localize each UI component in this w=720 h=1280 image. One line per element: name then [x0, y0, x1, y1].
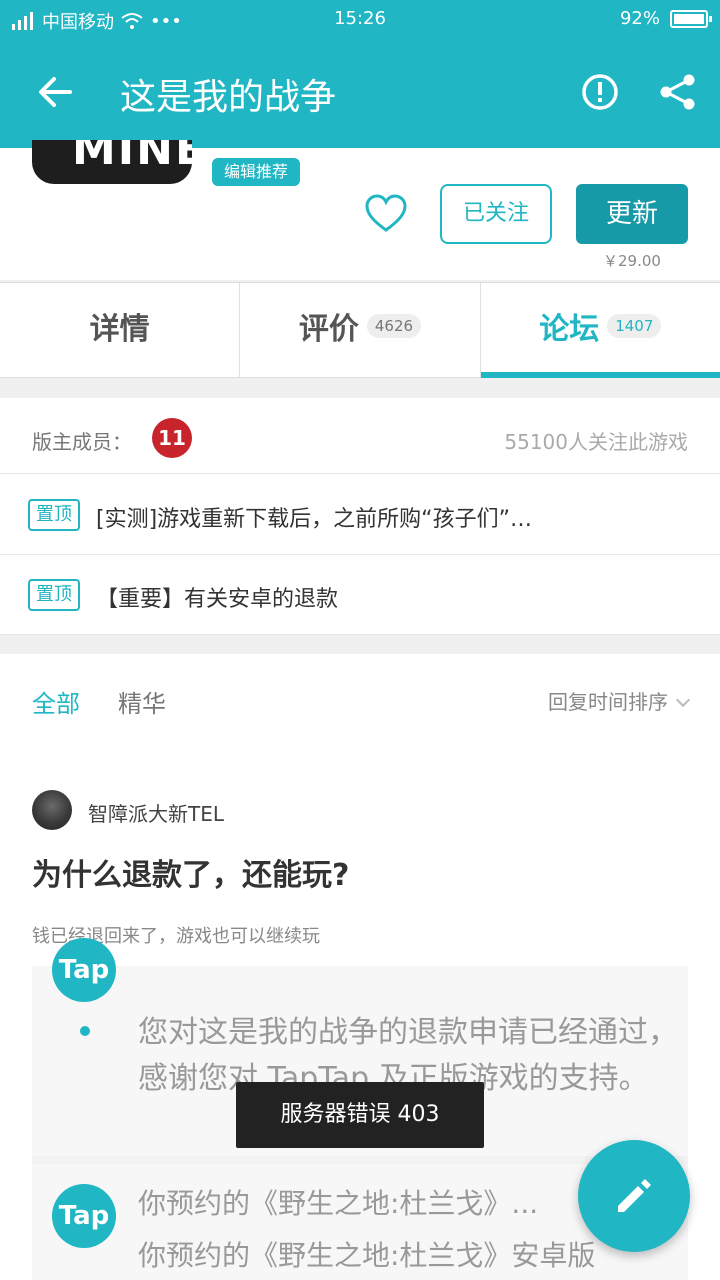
status-bar: 中国移动 ••• 15:26 92% — [0, 0, 720, 38]
forum-info: 版主成员： 11 55100人关注此游戏 置顶 [实测]游戏重新下载后，之前所购… — [0, 398, 720, 635]
tab-reviews-label: 评价 — [298, 312, 359, 347]
editor-pick-tag: 编辑推荐 — [212, 158, 301, 186]
pinned-post[interactable]: 置顶 [实测]游戏重新下载后，之前所购“孩子们”… — [0, 475, 720, 555]
follow-button[interactable]: 已关注 — [440, 184, 552, 244]
error-toast: 服务器错误 403 — [236, 1082, 484, 1148]
cover-text: MINE — [72, 140, 192, 175]
tab-details[interactable]: 详情 — [0, 283, 239, 377]
battery-level: 92% — [619, 8, 660, 29]
followers-count: 55100人关注此游戏 — [504, 430, 688, 454]
battery-icon — [670, 9, 712, 28]
tab-bar: 详情 评价 4626 论坛 1407 — [0, 282, 720, 378]
moderators-row: 版主成员： 11 55100人关注此游戏 — [0, 398, 720, 474]
post-title[interactable]: 为什么退款了，还能玩? — [32, 850, 349, 894]
sort-label: 回复时间排序 — [548, 690, 668, 714]
app-bar: 这是我的战争 — [0, 40, 720, 148]
tab-forum-label: 论坛 — [539, 312, 600, 347]
pinned-title: 【重要】有关安卓的退款 — [96, 587, 339, 612]
tab-reviews[interactable]: 评价 4626 — [239, 283, 479, 377]
filter-featured[interactable]: 精华 — [118, 684, 166, 719]
compose-button[interactable] — [578, 1140, 690, 1252]
moderators-label: 版主成员： — [32, 430, 132, 454]
sort-dropdown[interactable]: 回复时间排序 — [548, 686, 691, 715]
share-icon[interactable] — [656, 70, 700, 114]
game-cover[interactable]: MINE — [32, 140, 192, 184]
tab-reviews-count: 4626 — [366, 314, 422, 338]
notification-message: 你预约的《野生之地:杜兰戈》安卓版 — [138, 1239, 596, 1272]
top-bar: 中国移动 ••• 15:26 92% 这是我的战争 — [0, 0, 720, 148]
unread-dot — [80, 1026, 90, 1036]
taptap-logo: Tap — [52, 1184, 116, 1248]
clock: 15:26 — [334, 8, 386, 29]
game-header: MINE 编辑推荐 已关注 更新 ￥29.00 — [0, 140, 720, 280]
tab-forum-count: 1407 — [607, 314, 662, 338]
pinned-tag: 置顶 — [28, 499, 80, 531]
notification-heading: 你预约的《野生之地:杜兰戈》... — [138, 1187, 539, 1220]
pinned-post[interactable]: 置顶 【重要】有关安卓的退款 — [0, 555, 720, 635]
back-arrow-icon[interactable] — [34, 70, 78, 114]
pencil-icon — [618, 1179, 651, 1212]
price-label: ￥29.00 — [603, 252, 661, 270]
report-icon[interactable] — [580, 72, 620, 112]
status-right: 92% — [619, 8, 712, 29]
taptap-logo: Tap — [52, 938, 116, 1002]
heart-icon[interactable] — [364, 194, 408, 234]
filter-all[interactable]: 全部 — [32, 684, 80, 719]
pinned-tag: 置顶 — [28, 579, 80, 611]
avatar[interactable] — [32, 790, 72, 830]
author-name[interactable]: 智障派大新TEL — [88, 798, 224, 827]
tab-forum[interactable]: 论坛 1407 — [479, 283, 720, 378]
page-title: 这是我的战争 — [120, 77, 337, 118]
pinned-title: [实测]游戏重新下载后，之前所购“孩子们”… — [96, 507, 532, 532]
tab-details-label: 详情 — [89, 312, 150, 347]
update-button[interactable]: 更新 — [576, 184, 688, 244]
chevron-down-icon — [675, 692, 691, 708]
moderator-avatar[interactable]: 11 — [152, 418, 192, 458]
